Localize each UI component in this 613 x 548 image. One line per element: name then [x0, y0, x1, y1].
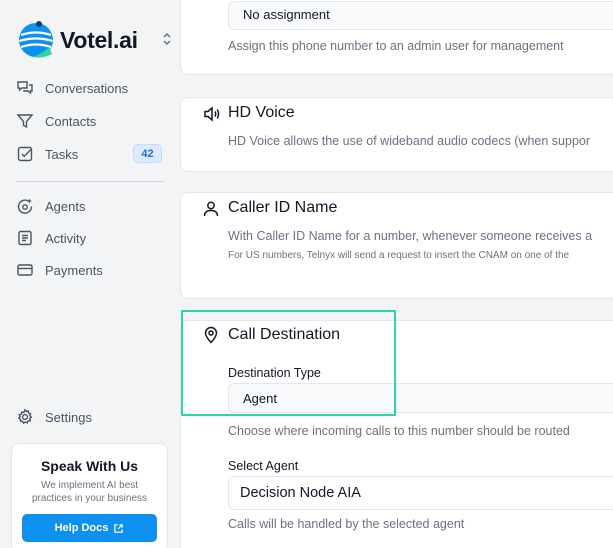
select-agent-value: Decision Node AIA [240, 485, 361, 501]
admin-assignment-value: No assignment [243, 7, 330, 22]
workspace-switcher[interactable]: Votel.ai [16, 20, 176, 60]
caller-id-name-description: With Caller ID Name for a number, whenev… [228, 229, 593, 243]
primary-nav: Conversations Contacts Tasks 42 [12, 72, 170, 170]
promo-text: We implement AI best practices in your b… [31, 480, 148, 504]
sidebar-item-contacts[interactable]: Contacts [12, 105, 170, 137]
hd-voice-title: HD Voice [228, 104, 295, 121]
assignment-description: Assign this phone number to an admin use… [228, 39, 564, 53]
speak-with-us-card: Speak With Us We implement AI best pract… [11, 443, 168, 548]
sidebar-item-label: Agents [45, 198, 86, 214]
tasks-count-badge: 42 [133, 144, 162, 163]
destination-type-label: Destination Type [228, 366, 321, 380]
nav-divider [16, 181, 164, 182]
sidebar-item-label: Settings [45, 409, 92, 425]
assignment-card: No assignment Assign this phone number t… [180, 0, 613, 75]
secondary-nav: Agents Activity Payments [12, 190, 170, 286]
map-pin-icon [204, 326, 218, 344]
help-docs-label: Help Docs [54, 522, 109, 534]
sidebar-item-conversations[interactable]: Conversations [12, 72, 170, 104]
sidebar-item-label: Tasks [45, 146, 79, 162]
call-destination-card: Call Destination Destination Type Agent … [180, 320, 613, 548]
phone-number-settings: No assignment Assign this phone number t… [180, 0, 613, 548]
select-agent-label: Select Agent [228, 459, 299, 473]
chat-bubbles-icon [17, 81, 33, 95]
sidebar-item-label: Contacts [45, 113, 97, 129]
funnel-icon [16, 114, 34, 129]
speaker-icon [204, 106, 220, 122]
select-agent-dropdown[interactable]: Decision Node AIA [228, 476, 613, 510]
settings-nav: Settings [12, 401, 170, 433]
credit-card-icon [17, 264, 33, 276]
external-link-icon [114, 523, 124, 533]
call-destination-title: Call Destination [228, 326, 341, 343]
destination-type-hint: Choose where incoming calls to this numb… [228, 424, 570, 438]
user-icon [203, 201, 219, 217]
chevron-up-down-icon [163, 32, 171, 46]
help-docs-button[interactable]: Help Docs [22, 514, 157, 542]
sidebar-item-activity[interactable]: Activity [12, 222, 170, 254]
caller-id-name-note: For US numbers, Telnyx will send a reque… [228, 250, 570, 261]
caller-id-name-title: Caller ID Name [228, 199, 338, 216]
destination-type-select[interactable]: Agent [228, 383, 613, 413]
promo-title: Speak With Us [40, 458, 139, 474]
select-agent-hint: Calls will be handled by the selected ag… [228, 517, 465, 531]
sidebar-item-label: Activity [45, 230, 87, 246]
sidebar-item-payments[interactable]: Payments [12, 254, 170, 286]
sidebar-item-label: Payments [45, 262, 103, 278]
sidebar-item-agents[interactable]: Agents [12, 190, 170, 222]
hd-voice-description: HD Voice allows the use of wideband audi… [228, 134, 591, 148]
destination-type-value: Agent [243, 391, 277, 406]
sidebar-item-tasks[interactable]: Tasks 42 [12, 138, 170, 170]
sidebar: Votel.ai Conversations Contacts Tasks 42… [0, 0, 180, 548]
checkbox-icon [17, 146, 33, 162]
sidebar-item-settings[interactable]: Settings [12, 401, 170, 433]
gear-icon [17, 408, 33, 425]
sparkle-agent-icon [17, 198, 33, 214]
votel-logo-icon [16, 21, 56, 59]
app-name: Votel.ai [60, 26, 138, 53]
caller-id-name-card: Caller ID Name With Caller ID Name for a… [180, 192, 613, 299]
admin-assignment-select[interactable]: No assignment [228, 1, 613, 30]
hd-voice-card: HD Voice HD Voice allows the use of wide… [180, 97, 613, 172]
document-list-icon [18, 230, 32, 246]
sidebar-item-label: Conversations [45, 80, 129, 96]
